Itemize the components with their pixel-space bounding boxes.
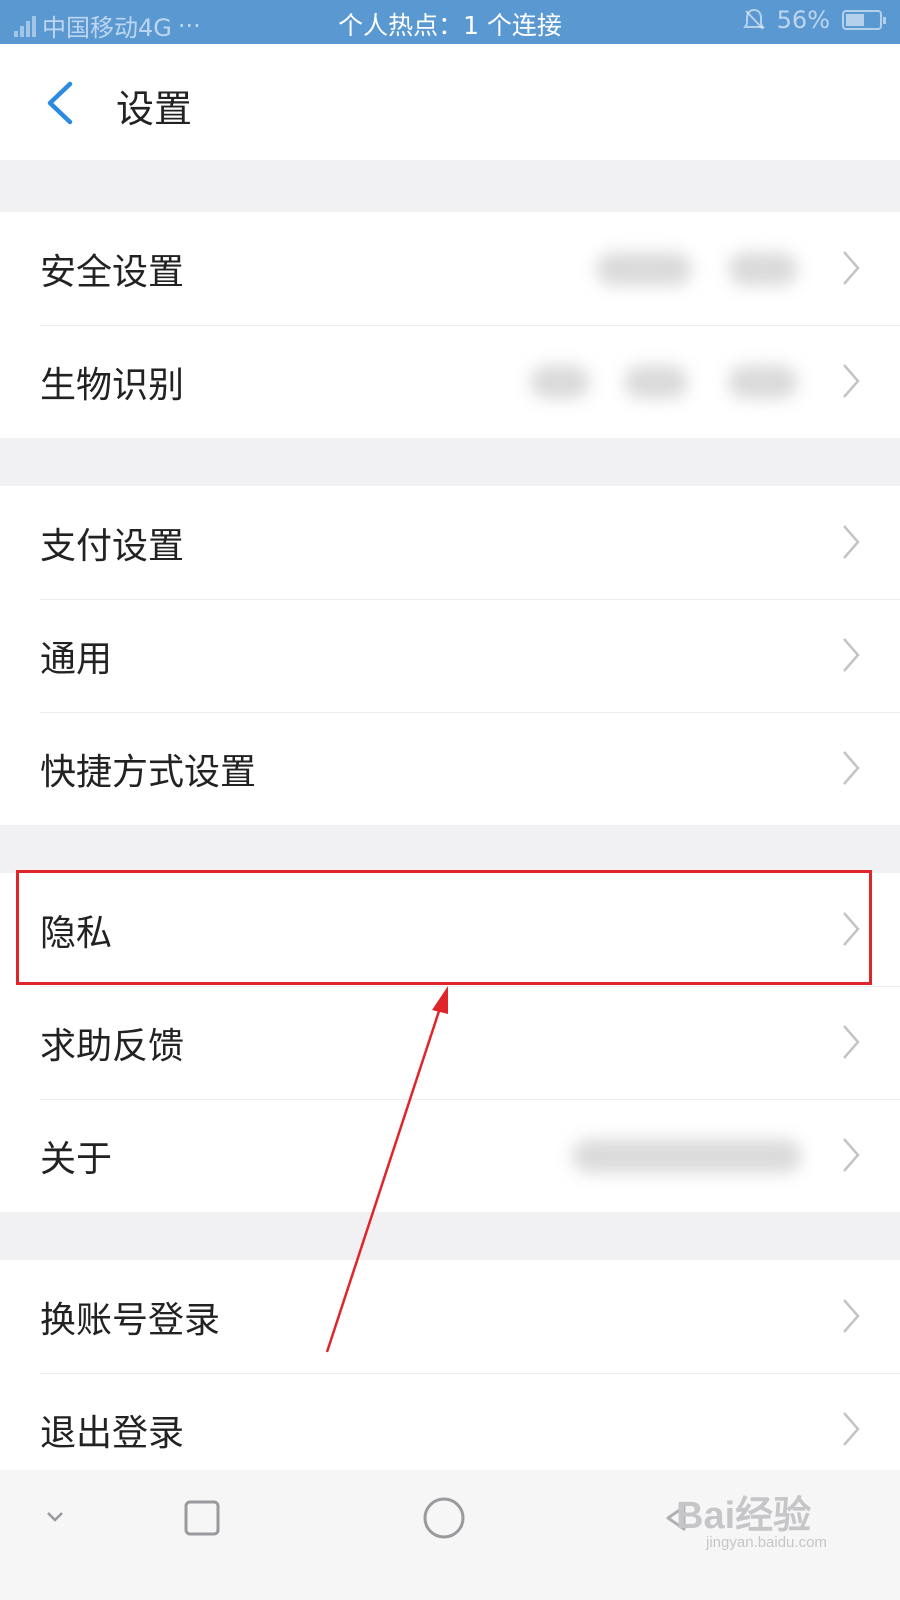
row-label: 关于 bbox=[40, 1138, 113, 1180]
row-label: 通用 bbox=[40, 638, 113, 680]
watermark-url: jingyan.baidu.com bbox=[706, 1534, 827, 1551]
blurred-value bbox=[728, 365, 798, 399]
chevron-right-icon bbox=[843, 638, 860, 672]
chevron-right-icon bbox=[843, 1412, 860, 1446]
row-label: 退出登录 bbox=[40, 1412, 185, 1454]
status-bar: 中国移动4G ··· 个人热点：1 个连接 56% bbox=[0, 0, 900, 44]
page-title: 设置 bbox=[116, 87, 193, 131]
blurred-value bbox=[728, 252, 798, 286]
watermark: Bai经验 jingyan.baidu.com bbox=[676, 1484, 827, 1551]
chevron-right-icon bbox=[843, 751, 860, 785]
settings-row-biometric[interactable]: 生物识别 bbox=[0, 325, 900, 438]
chevron-down-icon[interactable] bbox=[44, 1510, 66, 1524]
blurred-value bbox=[624, 365, 688, 399]
settings-row-feedback[interactable]: 求助反馈 bbox=[0, 986, 900, 1099]
row-label: 换账号登录 bbox=[40, 1299, 221, 1341]
bell-off-icon bbox=[742, 8, 765, 30]
settings-row-payment[interactable]: 支付设置 bbox=[0, 486, 900, 599]
settings-group-account: 安全设置 生物识别 bbox=[0, 212, 900, 438]
system-nav-bar: Bai经验 jingyan.baidu.com bbox=[0, 1470, 900, 1600]
recents-icon[interactable] bbox=[184, 1500, 220, 1536]
chevron-right-icon bbox=[843, 1299, 860, 1333]
chevron-right-icon bbox=[843, 251, 860, 285]
chevron-right-icon bbox=[843, 525, 860, 559]
battery-icon bbox=[842, 10, 886, 30]
settings-row-shortcuts[interactable]: 快捷方式设置 bbox=[0, 712, 900, 825]
row-label: 支付设置 bbox=[40, 525, 185, 567]
home-icon[interactable] bbox=[422, 1496, 466, 1540]
settings-row-about[interactable]: 关于 bbox=[0, 1099, 900, 1212]
row-label: 求助反馈 bbox=[40, 1025, 185, 1067]
settings-row-switch-account[interactable]: 换账号登录 bbox=[0, 1260, 900, 1373]
row-label: 生物识别 bbox=[40, 364, 185, 406]
battery-percent: 56% bbox=[776, 6, 830, 34]
settings-row-security[interactable]: 安全设置 bbox=[0, 212, 900, 325]
chevron-right-icon bbox=[843, 364, 860, 398]
chevron-right-icon bbox=[843, 1138, 860, 1172]
chevron-right-icon bbox=[843, 1025, 860, 1059]
row-label: 快捷方式设置 bbox=[40, 751, 257, 793]
watermark-logo: Bai经验 bbox=[676, 1495, 812, 1537]
annotation-highlight-box bbox=[16, 870, 872, 985]
chevron-left-icon[interactable] bbox=[40, 80, 80, 126]
blurred-value bbox=[530, 365, 590, 399]
status-right: 56% bbox=[742, 6, 886, 34]
settings-row-general[interactable]: 通用 bbox=[0, 599, 900, 712]
settings-group-general: 支付设置 通用 快捷方式设置 bbox=[0, 486, 900, 825]
blurred-value bbox=[572, 1139, 802, 1173]
blurred-value bbox=[596, 252, 692, 286]
settings-group-session: 换账号登录 退出登录 bbox=[0, 1260, 900, 1486]
row-label: 安全设置 bbox=[40, 251, 185, 293]
app-header: 设置 bbox=[0, 44, 900, 160]
